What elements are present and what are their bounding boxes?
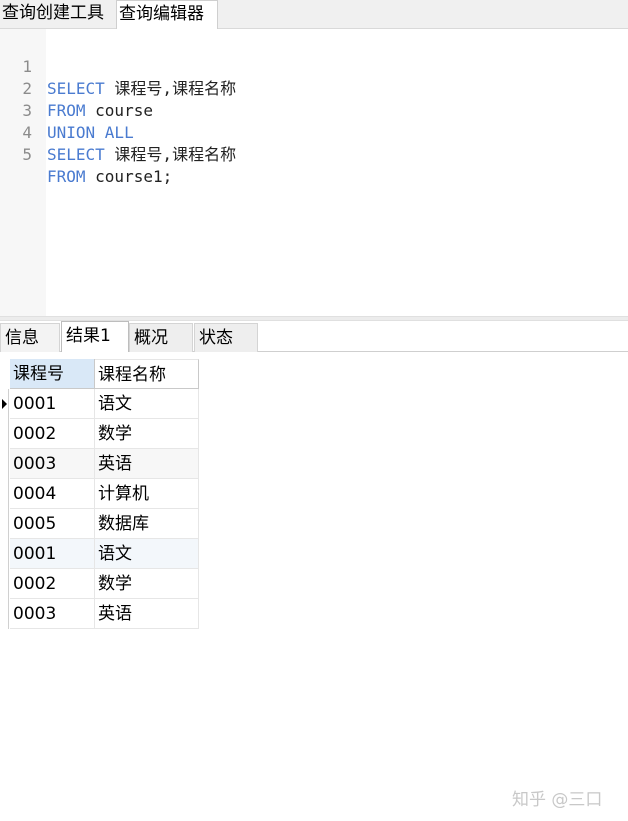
sql-text: 课程号,课程名称 [104, 145, 237, 164]
table-row[interactable]: 0004 计算机 [10, 479, 199, 509]
table-cell[interactable]: 0002 [10, 569, 95, 599]
row-selector[interactable] [0, 569, 9, 599]
sql-editor[interactable]: 1 SELECT 课程号,课程名称 2 FROM course 3 UNION … [0, 29, 628, 316]
tab-info[interactable]: 信息 [0, 323, 60, 352]
column-header[interactable]: 课程号 [10, 359, 95, 389]
tab-result-1[interactable]: 结果1 [61, 321, 129, 352]
table-row[interactable]: 0002 数学 [10, 419, 199, 449]
table-cell[interactable]: 0001 [10, 539, 95, 569]
table-row[interactable]: 0003 英语 [10, 449, 199, 479]
code-line: 5 FROM course1; [0, 122, 172, 186]
sql-keyword: SELECT [47, 79, 105, 98]
code-line: 1 SELECT 课程号,课程名称 [0, 34, 236, 98]
sql-text: 课程号,课程名称 [104, 79, 237, 98]
row-selector[interactable] [0, 389, 9, 419]
table-cell[interactable]: 0004 [10, 479, 95, 509]
tab-profile[interactable]: 概况 [129, 323, 193, 352]
row-selector[interactable] [0, 449, 9, 479]
table-cell[interactable]: 0005 [10, 509, 95, 539]
table-row[interactable]: 0005 数据库 [10, 509, 199, 539]
table-cell[interactable]: 英语 [95, 449, 199, 479]
result-tab-bar: 信息 结果1 概况 状态 [0, 321, 628, 352]
table-cell[interactable]: 0002 [10, 419, 95, 449]
table-cell[interactable]: 0003 [10, 599, 95, 629]
table-row[interactable]: 0001 语文 [10, 389, 199, 419]
top-tab-bar: 查询创建工具 查询编辑器 [0, 0, 628, 29]
code-line: 2 FROM course [0, 56, 153, 120]
row-selector[interactable] [0, 419, 9, 449]
table-row[interactable]: 0002 数学 [10, 569, 199, 599]
table-row[interactable]: 0001 语文 [10, 539, 199, 569]
row-selector[interactable] [0, 599, 9, 629]
line-number: 5 [22, 145, 32, 164]
table-row[interactable]: 0003 英语 [10, 599, 199, 629]
sql-text: course1; [85, 167, 173, 186]
table-cell[interactable]: 0003 [10, 449, 95, 479]
sql-keyword: FROM [47, 167, 86, 186]
column-header[interactable]: 课程名称 [95, 359, 199, 389]
sql-text: course [85, 101, 153, 120]
table-cell[interactable]: 语文 [95, 389, 199, 419]
table-cell[interactable]: 0001 [10, 389, 95, 419]
table-cell[interactable]: 数学 [95, 569, 199, 599]
row-selector[interactable] [0, 509, 9, 539]
row-selector[interactable] [0, 479, 9, 509]
grid-header-row: 课程号 课程名称 [10, 359, 199, 389]
sql-keyword: FROM [47, 101, 86, 120]
sql-keyword: SELECT [47, 145, 105, 164]
table-cell[interactable]: 数学 [95, 419, 199, 449]
table-cell[interactable]: 语文 [95, 539, 199, 569]
code-line: 4 SELECT 课程号,课程名称 [0, 100, 236, 164]
tab-status[interactable]: 状态 [194, 323, 258, 352]
code-line: 3 UNION ALL [0, 78, 133, 142]
sql-keyword: UNION ALL [47, 123, 134, 142]
row-selector[interactable] [0, 539, 9, 569]
table-cell[interactable]: 数据库 [95, 509, 199, 539]
table-cell[interactable]: 英语 [95, 599, 199, 629]
current-row-arrow-icon [2, 399, 7, 409]
watermark: 知乎 @三口 [512, 790, 603, 810]
table-cell[interactable]: 计算机 [95, 479, 199, 509]
tab-query-editor[interactable]: 查询编辑器 [116, 0, 218, 29]
tab-query-builder[interactable]: 查询创建工具 [0, 0, 114, 28]
